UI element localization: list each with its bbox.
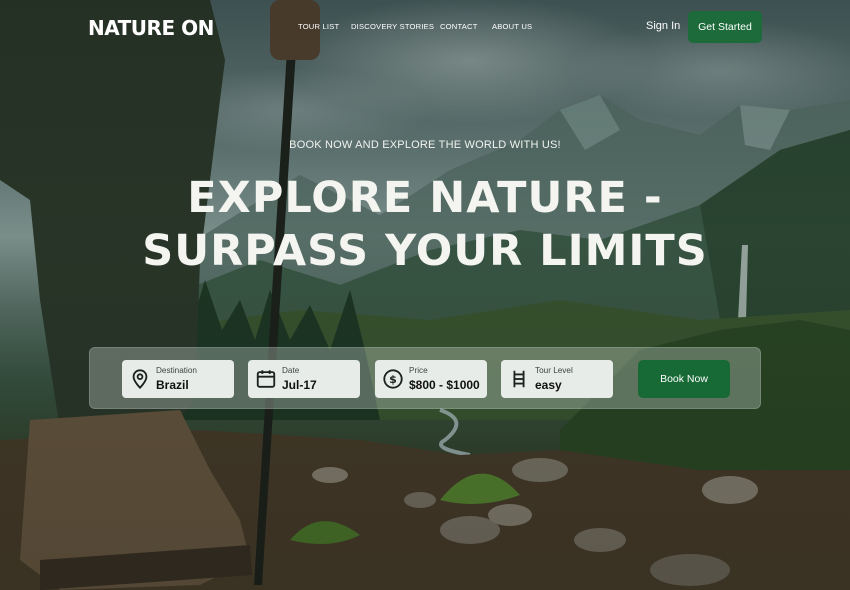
tour-level-field[interactable]: Tour Level easy <box>501 360 613 398</box>
destination-label: Destination <box>156 366 197 375</box>
nav-item-discovery-stories[interactable]: DISCOVERY STORIES <box>351 22 434 31</box>
destination-field[interactable]: Destination Brazil <box>122 360 234 398</box>
tour-level-label: Tour Level <box>535 366 573 375</box>
date-label: Date <box>282 366 300 375</box>
dollar-icon: $ <box>383 369 403 389</box>
headline-line-1: EXPLORE NATURE - <box>187 173 663 223</box>
price-value: $800 - $1000 <box>409 378 480 392</box>
price-label: Price <box>409 366 428 375</box>
date-field[interactable]: Date Jul-17 <box>248 360 360 398</box>
map-pin-icon <box>132 369 148 389</box>
destination-value: Brazil <box>156 378 189 392</box>
darken-overlay <box>0 0 850 590</box>
hero-background-image <box>0 0 850 590</box>
nav-item-contact[interactable]: CONTACT <box>440 22 478 31</box>
date-value: Jul-17 <box>282 378 317 392</box>
headline-line-2: SURPASS YOUR LIMITS <box>142 226 708 276</box>
booking-search-bar: Destination Brazil Date Jul-17 $ Price $… <box>89 347 761 409</box>
tour-level-value: easy <box>535 378 562 392</box>
svg-text:$: $ <box>389 373 397 386</box>
nav-item-tour-list[interactable]: TOUR LIST <box>298 22 339 31</box>
hero-kicker: BOOK NOW AND EXPLORE THE WORLD WITH US! <box>289 139 561 151</box>
price-field[interactable]: $ Price $800 - $1000 <box>375 360 487 398</box>
calendar-icon <box>256 370 276 388</box>
ladder-icon <box>513 370 525 388</box>
get-started-button[interactable]: Get Started <box>688 11 762 43</box>
book-now-button[interactable]: Book Now <box>638 360 730 398</box>
top-navigation: NATURE ON TOUR LIST DISCOVERY STORIES CO… <box>0 0 850 54</box>
brand-logo[interactable]: NATURE ON <box>88 16 214 40</box>
sign-in-link[interactable]: Sign In <box>646 20 680 32</box>
nav-item-about-us[interactable]: ABOUT US <box>492 22 532 31</box>
hero-headline: EXPLORE NATURE - SURPASS YOUR LIMITS <box>0 172 850 278</box>
